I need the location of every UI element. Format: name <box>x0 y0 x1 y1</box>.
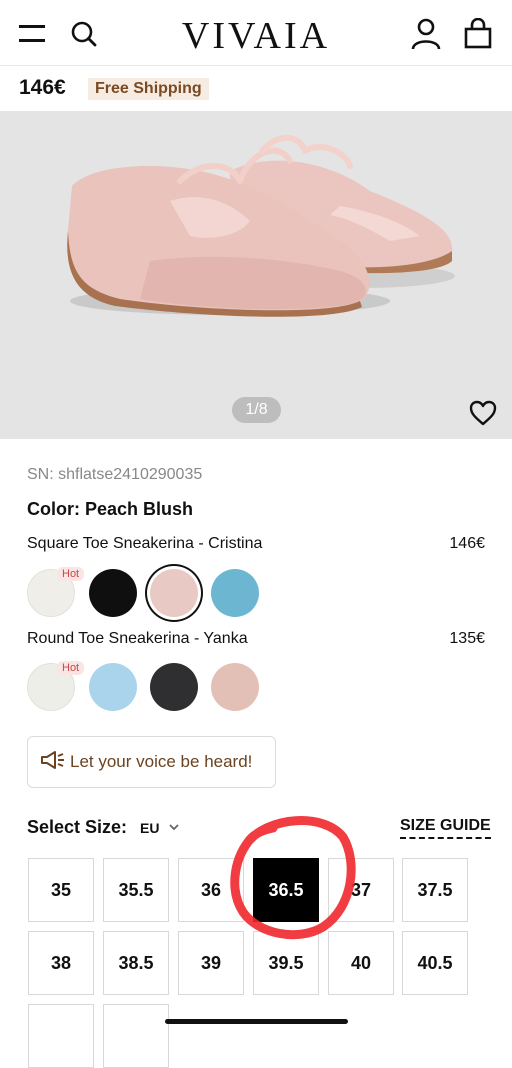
sku-number: SN: shflatse2410290035 <box>27 466 203 483</box>
top-header: VIVAIA <box>0 0 512 66</box>
size-guide-link[interactable]: SIZE GUIDE <box>400 817 491 839</box>
size-option[interactable]: 39.5 <box>253 931 319 995</box>
free-shipping-badge: Free Shipping <box>88 78 209 100</box>
size-option[interactable]: 40.5 <box>402 931 468 995</box>
swatch-yanka-pink[interactable] <box>211 663 259 711</box>
megaphone-icon <box>40 749 66 776</box>
bag-icon[interactable] <box>458 14 498 54</box>
hot-badge: Hot <box>57 661 85 675</box>
size-option-selected[interactable]: 36.5 <box>253 858 319 922</box>
size-option[interactable] <box>28 1004 94 1068</box>
size-option[interactable]: 40 <box>328 931 394 995</box>
variant-price-yanka: 135€ <box>449 630 485 647</box>
swatch-yanka-light-blue[interactable] <box>89 663 137 711</box>
size-option[interactable]: 36 <box>178 858 244 922</box>
product-image-gallery[interactable]: 1/8 <box>0 111 512 439</box>
variant-name-cristina[interactable]: Square Toe Sneakerina - Cristina <box>27 535 262 553</box>
size-option[interactable]: 35 <box>28 858 94 922</box>
size-option[interactable]: 38 <box>28 931 94 995</box>
swatch-cristina-blue[interactable] <box>211 569 259 617</box>
swatch-cristina-black[interactable] <box>89 569 137 617</box>
product-price: 146€ <box>19 76 66 99</box>
home-indicator <box>165 1019 348 1024</box>
hot-badge: Hot <box>57 567 85 581</box>
product-image <box>67 134 455 317</box>
swatch-yanka-black[interactable] <box>150 663 198 711</box>
price-bar: 146€ Free Shipping <box>0 66 512 111</box>
feedback-label: Let your voice be heard! <box>70 752 253 771</box>
size-option[interactable] <box>103 1004 169 1068</box>
selected-color-label: Color: Peach Blush <box>27 499 194 519</box>
account-icon[interactable] <box>406 14 446 54</box>
image-counter: 1/8 <box>232 397 281 423</box>
select-size-label: Select Size: <box>27 817 128 837</box>
size-option[interactable]: 37.5 <box>402 858 468 922</box>
size-option[interactable]: 38.5 <box>103 931 169 995</box>
chevron-down-icon[interactable] <box>168 818 180 841</box>
swatch-cristina-peach-blush-selected[interactable] <box>150 569 198 617</box>
size-option[interactable]: 37 <box>328 858 394 922</box>
variant-name-yanka[interactable]: Round Toe Sneakerina - Yanka <box>27 630 248 648</box>
size-option[interactable]: 35.5 <box>103 858 169 922</box>
feedback-button[interactable]: Let your voice be heard! <box>27 736 276 788</box>
heart-icon[interactable] <box>468 399 498 427</box>
size-option[interactable]: 39 <box>178 931 244 995</box>
size-system-select[interactable]: EU <box>140 820 159 836</box>
variant-price-cristina: 146€ <box>449 535 485 552</box>
